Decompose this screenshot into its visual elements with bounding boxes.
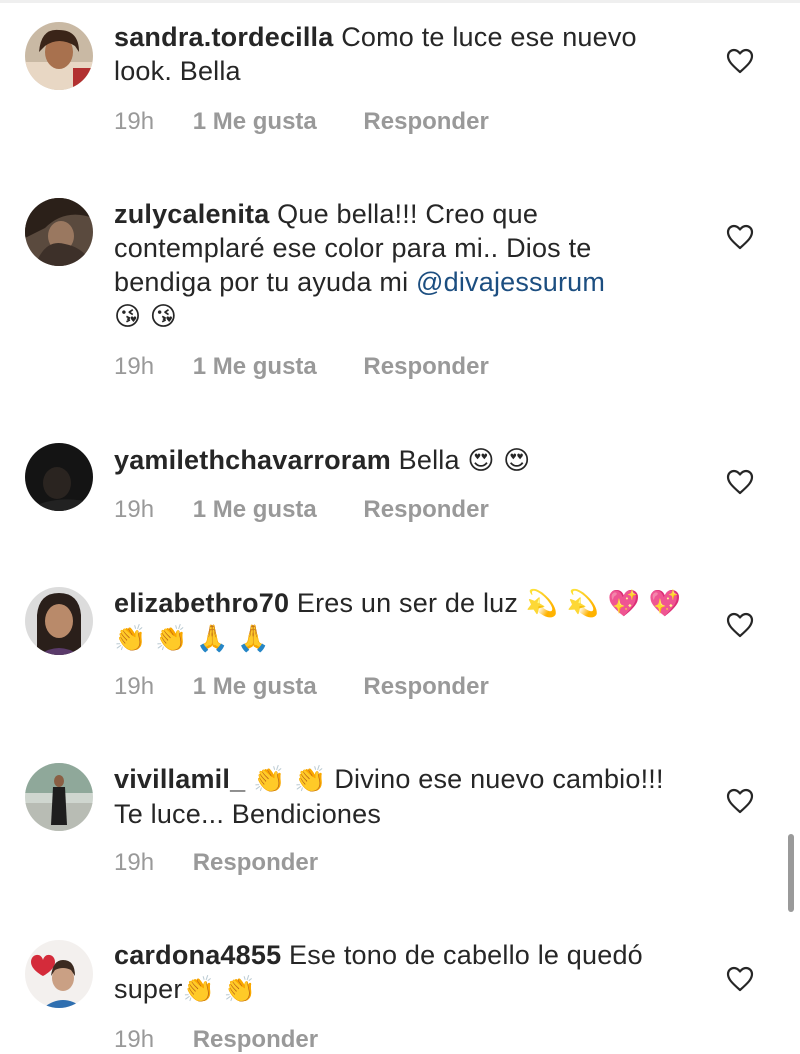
comment-username[interactable]: zulycalenita xyxy=(114,199,269,229)
comment-time: 19h xyxy=(114,108,155,135)
comment-meta: 19h Responder xyxy=(114,849,318,877)
comment-meta: 19h 1 Me gusta Responder xyxy=(114,673,489,701)
comment-text: sandra.tordecilla Como te luce ese nuevo… xyxy=(114,20,694,88)
comment-username[interactable]: elizabethro70 xyxy=(114,588,289,618)
heart-outline-icon[interactable] xyxy=(726,469,754,495)
comment-emojis: 😍 😍 xyxy=(467,446,531,476)
likes-count[interactable]: 1 Me gusta xyxy=(193,108,317,135)
reply-button[interactable]: Responder xyxy=(363,496,488,523)
reply-button[interactable]: Responder xyxy=(193,849,318,876)
comment-time: 19h xyxy=(114,353,155,380)
comment-username[interactable]: vivillamil_ xyxy=(114,764,245,794)
comment-time: 19h xyxy=(114,673,155,700)
reply-button[interactable]: Responder xyxy=(363,353,488,380)
avatar[interactable] xyxy=(25,763,93,831)
heart-outline-icon[interactable] xyxy=(726,48,754,74)
comment-time: 19h xyxy=(114,496,155,523)
comment-meta: 19h 1 Me gusta Responder xyxy=(114,496,489,524)
comment-meta: 19h 1 Me gusta Responder xyxy=(114,108,489,136)
heart-outline-icon[interactable] xyxy=(726,224,754,250)
likes-count[interactable]: 1 Me gusta xyxy=(193,353,317,380)
avatar[interactable] xyxy=(25,198,93,266)
comment-text: zulycalenita Que bella!!! Creo que conte… xyxy=(114,197,694,334)
likes-count[interactable]: 1 Me gusta xyxy=(193,673,317,700)
avatar[interactable] xyxy=(25,22,93,90)
comment-meta: 19h 1 Me gusta Responder xyxy=(114,353,489,381)
comment-emojis: 😘 😘 xyxy=(114,302,178,332)
comment-emojis: 👏 👏 xyxy=(252,765,327,795)
comment-text: elizabethro70 Eres un ser de luz 💫 💫 💖 💖… xyxy=(114,586,694,656)
comment-mention[interactable]: @divajessurum xyxy=(416,267,605,297)
heart-outline-icon[interactable] xyxy=(726,966,754,992)
comment-emojis: 👏 👏 xyxy=(182,975,257,1005)
comment-meta: 19h Responder xyxy=(114,1026,318,1054)
comment-time: 19h xyxy=(114,849,155,876)
comment-text: vivillamil_ 👏 👏 Divino ese nuevo cambio!… xyxy=(114,762,694,831)
comment-username[interactable]: sandra.tordecilla xyxy=(114,22,333,52)
comment-message: Bella xyxy=(398,445,460,475)
comment-username[interactable]: yamilethchavarroram xyxy=(114,445,391,475)
reply-button[interactable]: Responder xyxy=(193,1026,318,1053)
comment-text: yamilethchavarroram Bella 😍 😍 xyxy=(114,443,694,478)
avatar[interactable] xyxy=(25,443,93,511)
comment-message: Eres un ser de luz xyxy=(296,588,519,618)
likes-count[interactable]: 1 Me gusta xyxy=(193,496,317,523)
heart-outline-icon[interactable] xyxy=(726,788,754,814)
comment-text: cardona4855 Ese tono de cabello le quedó… xyxy=(114,938,694,1007)
heart-outline-icon[interactable] xyxy=(726,612,754,638)
comment-time: 19h xyxy=(114,1026,155,1053)
avatar[interactable] xyxy=(25,587,93,655)
avatar[interactable] xyxy=(25,940,93,1008)
scrollbar[interactable] xyxy=(788,834,794,912)
comment-username[interactable]: cardona4855 xyxy=(114,940,281,970)
reply-button[interactable]: Responder xyxy=(363,108,488,135)
reply-button[interactable]: Responder xyxy=(363,673,488,700)
top-divider xyxy=(0,0,800,3)
